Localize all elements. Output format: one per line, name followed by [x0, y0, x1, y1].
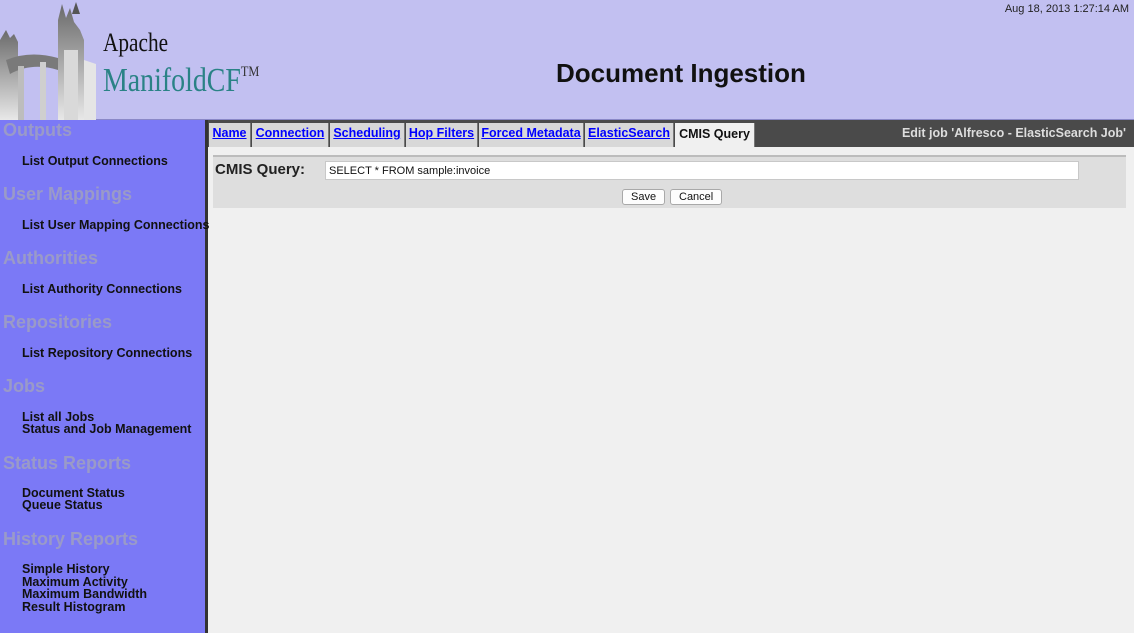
nav-list-user-mapping-connections[interactable]: List User Mapping Connections [22, 219, 210, 232]
form-button-row: Save Cancel [213, 186, 1126, 208]
sidebar-nav: Outputs List Output Connections User Map… [0, 120, 210, 633]
timestamp: Aug 18, 2013 1:27:14 AM [1004, 3, 1129, 15]
trademark-mark: TM [240, 64, 260, 80]
nav-maximum-bandwidth[interactable]: Maximum Bandwidth [22, 588, 147, 601]
section-authorities: Authorities [3, 248, 99, 268]
manifoldcf-logo-image [0, 0, 96, 120]
brand-manifoldcf-text: ManifoldCF [103, 62, 241, 99]
tab-name[interactable]: Name [209, 123, 251, 147]
edit-job-label: Edit job 'Alfresco - ElasticSearch Job' [901, 126, 1126, 140]
nav-result-histogram[interactable]: Result Histogram [22, 601, 126, 614]
section-repositories: Repositories [3, 312, 113, 332]
save-button[interactable]: Save [622, 189, 666, 205]
tab-hop-filters[interactable]: Hop Filters [406, 123, 478, 147]
tab-connection[interactable]: Connection [252, 123, 329, 147]
section-status-reports: Status Reports [3, 453, 132, 473]
nav-simple-history[interactable]: Simple History [22, 563, 110, 576]
brand-apache: Apache [103, 28, 169, 57]
tab-elasticsearch[interactable]: ElasticSearch [585, 123, 674, 147]
brand-manifoldcf: ManifoldCFTM [103, 62, 259, 100]
cancel-button[interactable]: Cancel [670, 189, 723, 205]
tab-forced-metadata[interactable]: Forced Metadata [479, 123, 584, 147]
section-outputs: Outputs [3, 120, 72, 140]
tab-cmis-query[interactable]: CMIS Query [675, 123, 755, 147]
tab-bar: Name Connection Scheduling Hop Filters F… [208, 120, 1134, 147]
section-user-mappings: User Mappings [3, 184, 133, 204]
nav-list-repository-connections[interactable]: List Repository Connections [22, 347, 192, 360]
section-history-reports: History Reports [3, 529, 139, 549]
nav-list-authority-connections[interactable]: List Authority Connections [22, 283, 182, 296]
cmis-query-input[interactable] [325, 161, 1079, 180]
cmis-query-row: CMIS Query: [213, 155, 1126, 187]
page-title: Document Ingestion [556, 58, 806, 88]
nav-status-job-management[interactable]: Status and Job Management [22, 423, 191, 436]
header-banner: Aug 18, 2013 1:27:14 AM Apache ManifoldC… [0, 0, 1134, 120]
tab-scheduling[interactable]: Scheduling [330, 123, 405, 147]
cmis-query-label: CMIS Query: [215, 161, 306, 178]
nav-list-output-connections[interactable]: List Output Connections [22, 155, 168, 168]
section-jobs: Jobs [3, 376, 46, 396]
nav-queue-status[interactable]: Queue Status [22, 499, 103, 512]
